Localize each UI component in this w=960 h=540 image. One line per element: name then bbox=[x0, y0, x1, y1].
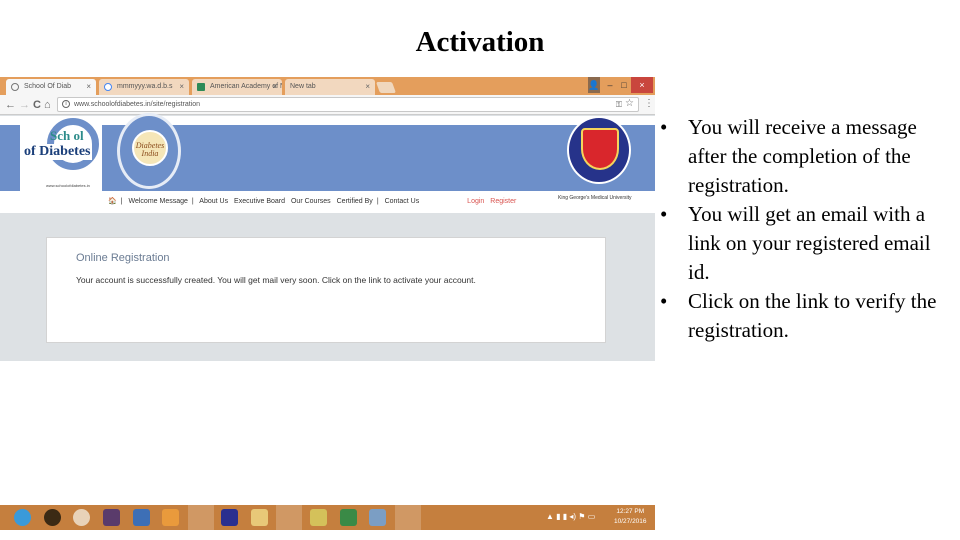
system-tray[interactable]: ▲ ▮ ▮ ◂) ⚑ ▭ bbox=[546, 512, 595, 521]
nav-certified-by[interactable]: Certified By bbox=[337, 198, 373, 205]
google-icon bbox=[104, 83, 112, 91]
tab-american-academy[interactable]: American Academy of N × bbox=[192, 79, 282, 95]
powerpoint-icon[interactable] bbox=[395, 505, 421, 530]
tab-label: American Academy of N bbox=[210, 83, 282, 90]
clock-date: 10/27/2016 bbox=[614, 518, 647, 525]
url-text[interactable]: www.schoolofdiabetes.in/site/registratio… bbox=[74, 101, 200, 108]
info-icon[interactable]: i bbox=[62, 100, 70, 108]
logo-diabetes-text: of Diabetes bbox=[23, 144, 92, 160]
show-hidden-icons[interactable]: ▲ bbox=[546, 512, 554, 521]
menu-icon[interactable]: ⋮ bbox=[644, 98, 654, 109]
bullet-item: You will receive a message after the com… bbox=[660, 113, 950, 200]
success-message: Your account is successfully created. Yo… bbox=[76, 275, 476, 285]
home-icon[interactable]: 🏠 bbox=[108, 198, 117, 205]
calculator-icon[interactable] bbox=[369, 509, 386, 526]
media-app-icon[interactable] bbox=[44, 509, 61, 526]
logo-url-text: www.schoolofdiabetes.in bbox=[46, 183, 90, 188]
chrome-icon[interactable] bbox=[276, 505, 302, 530]
tab-new-tab[interactable]: New tab × bbox=[285, 79, 375, 95]
nav-our-courses[interactable]: Our Courses bbox=[291, 198, 331, 205]
school-of-diabetes-logo[interactable]: Sch ol of Diabetes www.schoolofdiabetes.… bbox=[20, 116, 102, 191]
site-header: Sch ol of Diabetes www.schoolofdiabetes.… bbox=[0, 113, 655, 213]
register-link[interactable]: Register bbox=[490, 198, 516, 205]
close-tab-icon[interactable]: × bbox=[86, 82, 91, 91]
login-link[interactable]: Login bbox=[467, 198, 484, 205]
user-app-icon[interactable] bbox=[188, 505, 214, 530]
seal-text: Diabetes India bbox=[132, 130, 168, 166]
file-explorer-icon[interactable] bbox=[251, 509, 268, 526]
kgmu-caption: King George's Medical University bbox=[558, 195, 632, 201]
loading-icon bbox=[11, 83, 19, 91]
tab-label: New tab bbox=[290, 83, 316, 90]
site-nav: 🏠 | Welcome Message | About Us Executive B… bbox=[108, 198, 517, 205]
folder-icon[interactable] bbox=[310, 509, 327, 526]
close-window-button[interactable]: × bbox=[631, 77, 653, 93]
bullet-item: You will get an email with a link on you… bbox=[660, 200, 950, 287]
new-tab-button[interactable] bbox=[375, 82, 397, 93]
clock-time: 12:27 PM bbox=[616, 508, 645, 515]
tab-bar: School Of Diab × mmmyyy.wa.d.b.s × Ameri… bbox=[0, 77, 655, 95]
bookmark-icon bbox=[197, 83, 205, 91]
browser-toolbar: ← → C ⌂ i www.schoolofdiabetes.in/site/r… bbox=[0, 95, 655, 115]
nav-welcome-message[interactable]: Welcome Message bbox=[129, 198, 188, 205]
tab-school-of-diabetes[interactable]: School Of Diab × bbox=[6, 79, 96, 95]
minimize-button[interactable]: – bbox=[603, 77, 617, 93]
store-app-icon[interactable] bbox=[103, 509, 120, 526]
panel-title: Online Registration bbox=[76, 252, 170, 264]
internet-explorer-icon[interactable] bbox=[14, 509, 31, 526]
forward-button[interactable]: → bbox=[19, 98, 30, 112]
kgmu-seal bbox=[567, 116, 631, 184]
nav-about-us[interactable]: About Us bbox=[199, 198, 228, 205]
word-icon[interactable] bbox=[133, 509, 150, 526]
tab-google[interactable]: mmmyyy.wa.d.b.s × bbox=[99, 79, 189, 95]
hp-icon[interactable] bbox=[73, 509, 90, 526]
excel-icon[interactable] bbox=[340, 509, 357, 526]
registration-panel: Online Registration Your account is succ… bbox=[46, 237, 606, 343]
kgmu-shield-icon bbox=[581, 128, 619, 170]
user-icon[interactable]: 👤 bbox=[588, 77, 600, 93]
clock[interactable]: 12:27 PM 10/27/2016 bbox=[614, 507, 647, 527]
bullet-list: You will receive a message after the com… bbox=[660, 113, 950, 345]
taskbar: ▲ ▮ ▮ ◂) ⚑ ▭ 12:27 PM 10/27/2016 bbox=[0, 505, 655, 530]
bullet-item: Click on the link to verify the registra… bbox=[660, 287, 950, 345]
close-tab-icon[interactable]: × bbox=[179, 82, 184, 91]
home-button[interactable]: ⌂ bbox=[44, 98, 51, 112]
media-player-icon[interactable] bbox=[162, 509, 179, 526]
close-tab-icon[interactable]: × bbox=[365, 82, 370, 91]
address-bar[interactable]: i www.schoolofdiabetes.in/site/registrat… bbox=[57, 97, 639, 112]
logo-school-text: Sch ol bbox=[50, 128, 84, 143]
bookmark-star-icon[interactable]: ☆ bbox=[625, 98, 634, 109]
key-icon[interactable]: ⚿ bbox=[616, 100, 622, 110]
reload-button[interactable]: C bbox=[33, 98, 41, 112]
browser-screenshot: School Of Diab × mmmyyy.wa.d.b.s × Ameri… bbox=[0, 77, 655, 361]
back-button[interactable]: ← bbox=[5, 98, 16, 112]
tab-label: mmmyyy.wa.d.b.s bbox=[117, 83, 173, 90]
nav-contact-us[interactable]: Contact Us bbox=[385, 198, 420, 205]
nav-executive-board[interactable]: Executive Board bbox=[234, 198, 285, 205]
close-tab-icon[interactable]: × bbox=[272, 82, 277, 91]
adobe-icon[interactable] bbox=[221, 509, 238, 526]
slide-title: Activation bbox=[415, 26, 545, 58]
tab-label: School Of Diab bbox=[24, 83, 72, 90]
maximize-button[interactable]: □ bbox=[617, 77, 631, 93]
diabetes-india-seal: Diabetes India bbox=[117, 113, 181, 189]
